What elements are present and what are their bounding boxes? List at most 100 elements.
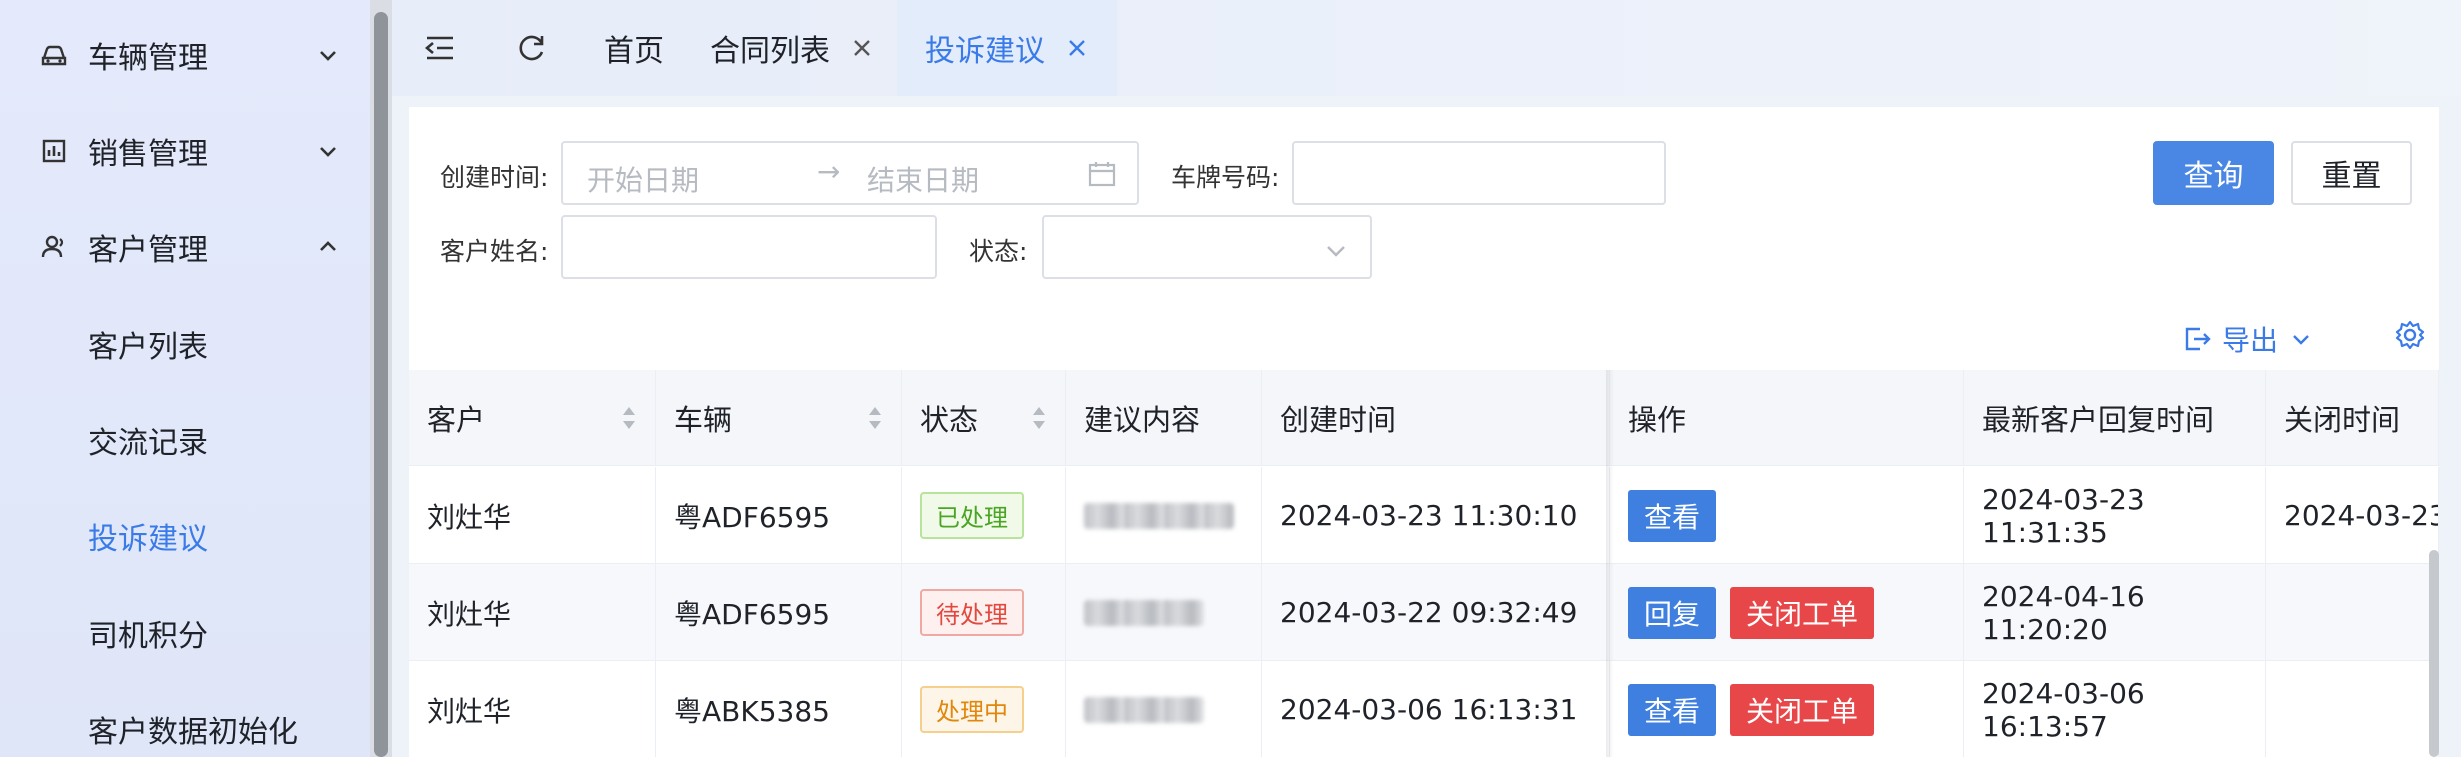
tab-label: 投诉建议: [925, 34, 1045, 69]
column-header-actions: 操作: [1610, 370, 1964, 466]
close-icon[interactable]: [850, 36, 874, 60]
sidebar: 车辆管理 销售管理 客户管理 客户列表 交流记录 投诉建议 司机积分 客户数据初…: [0, 0, 370, 757]
sort-icon[interactable]: [621, 402, 637, 434]
table-scrollbar-thumb[interactable]: [2429, 550, 2439, 757]
sidebar-item-driver-points[interactable]: 司机积分: [88, 585, 208, 681]
export-label: 导出: [2222, 324, 2279, 357]
refresh-icon[interactable]: [514, 30, 550, 66]
cell-actions: 查看 关闭工单: [1610, 661, 1964, 757]
column-header-status[interactable]: 状态: [902, 370, 1066, 466]
chevron-down-icon: [1324, 237, 1348, 261]
sidebar-item-complaints[interactable]: 投诉建议: [88, 488, 208, 584]
start-date-input[interactable]: 开始日期: [587, 159, 699, 199]
car-icon: [38, 39, 70, 71]
tab-label: 首页: [604, 34, 664, 69]
view-button[interactable]: 查看: [1628, 683, 1717, 736]
column-header-last-reply: 最新客户回复时间: [1964, 370, 2266, 466]
tab-home[interactable]: 首页: [604, 0, 664, 96]
cell-last-reply: 2024-03-06 16:13:57: [1964, 661, 2266, 757]
status-badge: 已处理: [920, 492, 1024, 539]
redacted-content: [1084, 696, 1204, 723]
plate-number-input[interactable]: [1292, 141, 1666, 205]
cell-customer: 刘灶华: [409, 564, 656, 661]
status-badge: 处理中: [920, 686, 1024, 733]
menu-group-label: 车辆管理: [88, 41, 208, 76]
content-panel: 创建时间: 开始日期 → 结束日期 车牌号码: 查询 重置 客户姓名: 状态: …: [409, 107, 2439, 757]
status-label: 状态:: [969, 237, 1028, 266]
close-ticket-button[interactable]: 关闭工单: [1730, 683, 1875, 736]
cell-customer: 刘灶华: [409, 661, 656, 757]
tab-label: 合同列表: [710, 34, 830, 69]
created-time-label: 创建时间:: [440, 163, 549, 192]
column-header-suggestion: 建议内容: [1066, 370, 1262, 466]
chevron-down-icon: [2290, 328, 2312, 350]
customer-name-input[interactable]: [561, 215, 937, 279]
chevron-down-icon: [314, 137, 342, 165]
status-select[interactable]: [1042, 215, 1372, 279]
sidebar-item-communication-records[interactable]: 交流记录: [88, 392, 208, 488]
chevron-down-icon: [314, 41, 342, 69]
menu-group-vehicle[interactable]: 车辆管理: [0, 7, 370, 103]
export-dropdown[interactable]: 导出: [2182, 319, 2312, 359]
redacted-content: [1084, 599, 1204, 626]
column-header-closed: 关闭时间: [2266, 370, 2439, 466]
settings-gear-icon[interactable]: [2394, 319, 2426, 351]
column-header-vehicle[interactable]: 车辆: [656, 370, 902, 466]
table-row: 刘灶华 粤ABK5385 处理中 2024-03-06 16:13:31 查看 …: [409, 661, 2439, 757]
menu-group-sales[interactable]: 销售管理: [0, 103, 370, 199]
cell-vehicle: 粤ADF6595: [656, 467, 902, 564]
cell-closed: [2266, 564, 2439, 661]
end-date-input[interactable]: 结束日期: [867, 159, 979, 199]
cell-last-reply: 2024-04-16 11:20:20: [1964, 564, 2266, 661]
close-icon[interactable]: [1065, 36, 1089, 60]
range-arrow-icon: →: [817, 155, 841, 188]
redacted-content: [1084, 502, 1234, 529]
plate-number-label: 车牌号码:: [1171, 163, 1280, 192]
cell-vehicle: 粤ADF6595: [656, 564, 902, 661]
tab-complaints[interactable]: 投诉建议: [897, 0, 1117, 96]
menu-group-customer[interactable]: 客户管理: [0, 199, 370, 295]
date-range-picker[interactable]: 开始日期 → 结束日期: [561, 141, 1139, 205]
cell-actions: 回复 关闭工单: [1610, 564, 1964, 661]
chart-icon: [38, 135, 70, 167]
column-header-created: 创建时间: [1262, 370, 1610, 466]
sidebar-scrollbar-thumb[interactable]: [374, 12, 388, 757]
export-icon: [2182, 324, 2212, 354]
cell-suggestion: [1066, 467, 1262, 564]
cell-created: 2024-03-06 16:13:31: [1262, 661, 1610, 757]
cell-status: 已处理: [902, 467, 1066, 564]
table-row: 刘灶华 粤ADF6595 待处理 2024-03-22 09:32:49 回复 …: [409, 564, 2439, 661]
status-badge: 待处理: [920, 589, 1024, 636]
query-button[interactable]: 查询: [2153, 141, 2274, 205]
cell-closed: [2266, 661, 2439, 757]
table-header: 客户 车辆 状态 建议内容 创建时间 操作 最新客户回复时间 关闭时间: [409, 370, 2439, 466]
customer-name-label: 客户姓名:: [440, 237, 549, 266]
calendar-icon: [1087, 159, 1117, 189]
cell-created: 2024-03-22 09:32:49: [1262, 564, 1610, 661]
menu-group-label: 销售管理: [88, 137, 208, 172]
sort-icon[interactable]: [1031, 402, 1047, 434]
tabs-bar: 首页 合同列表 投诉建议: [392, 0, 2461, 96]
close-ticket-button[interactable]: 关闭工单: [1730, 586, 1875, 639]
cell-suggestion: [1066, 661, 1262, 757]
reset-button[interactable]: 重置: [2291, 141, 2412, 205]
column-header-customer[interactable]: 客户: [409, 370, 656, 466]
cell-vehicle: 粤ABK5385: [656, 661, 902, 757]
tab-contract-list[interactable]: 合同列表: [710, 0, 874, 96]
cell-customer: 刘灶华: [409, 467, 656, 564]
cell-status: 待处理: [902, 564, 1066, 661]
cell-last-reply: 2024-03-23 11:31:35: [1964, 467, 2266, 564]
cell-actions: 查看: [1610, 467, 1964, 564]
cell-created: 2024-03-23 11:30:10: [1262, 467, 1610, 564]
cell-status: 处理中: [902, 661, 1066, 757]
reply-button[interactable]: 回复: [1628, 586, 1717, 639]
view-button[interactable]: 查看: [1628, 489, 1717, 542]
sidebar-item-customer-data-init[interactable]: 客户数据初始化: [88, 681, 298, 757]
sort-icon[interactable]: [867, 402, 883, 434]
cell-closed: 2024-03-23: [2266, 467, 2439, 564]
menu-group-label: 客户管理: [88, 233, 208, 268]
user-icon: [38, 231, 70, 263]
collapse-menu-icon[interactable]: [422, 30, 458, 66]
fixed-column-shadow: [1606, 370, 1614, 757]
sidebar-item-customer-list[interactable]: 客户列表: [88, 296, 208, 392]
